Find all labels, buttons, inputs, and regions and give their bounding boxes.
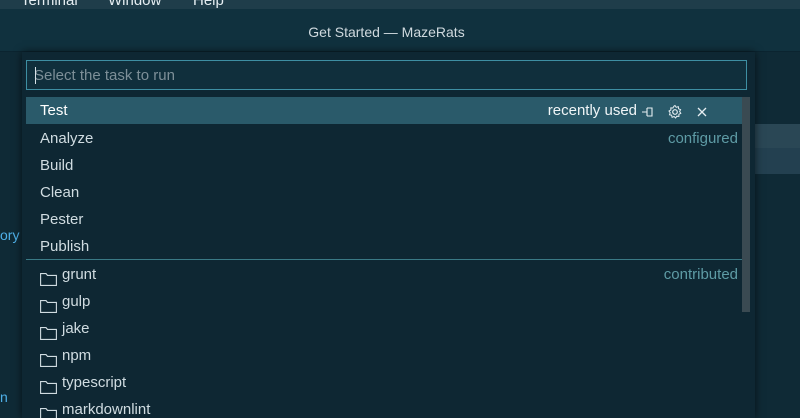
background-highlight (755, 124, 800, 148)
task-label: Build (40, 157, 74, 174)
folder-icon (40, 322, 57, 340)
text-caret (35, 67, 36, 84)
folder-icon (40, 295, 57, 313)
task-label: Test (40, 102, 68, 119)
task-description: recently used (547, 102, 637, 119)
task-item-test[interactable]: Test recently used (26, 97, 742, 124)
task-group-label: configured (667, 130, 738, 147)
task-label: Pester (40, 211, 84, 228)
menu-help[interactable]: Help (193, 0, 224, 9)
task-item-clean[interactable]: Clean (26, 179, 742, 206)
os-menu-bar: Terminal Window Help (0, 0, 800, 9)
scrollbar-thumb[interactable] (742, 97, 750, 312)
task-search-input[interactable] (26, 60, 747, 90)
task-label: grunt (62, 266, 97, 283)
window-title-bar: Get Started — MazeRats (0, 9, 800, 52)
gear-icon[interactable] (667, 102, 683, 119)
pin-icon[interactable] (640, 102, 656, 118)
task-item-pester[interactable]: Pester (26, 206, 742, 233)
task-label: Analyze (40, 130, 94, 147)
run-task-quick-pick: Test recently used (22, 52, 755, 418)
editor-background-left: ory n (0, 52, 22, 418)
task-provider-npm[interactable]: npm (26, 342, 742, 369)
task-label: Publish (40, 238, 90, 255)
background-highlight (755, 148, 800, 174)
folder-icon (40, 403, 57, 418)
task-label: jake (62, 320, 90, 337)
background-text-fragment: ory (0, 227, 20, 243)
task-label: markdownlint (62, 401, 151, 418)
task-label: typescript (62, 374, 127, 391)
task-provider-gulp[interactable]: gulp (26, 288, 742, 315)
task-label: gulp (62, 293, 91, 310)
task-item-publish[interactable]: Publish (26, 233, 742, 260)
task-provider-markdownlint[interactable]: markdownlint (26, 396, 742, 418)
task-item-analyze[interactable]: Analyze configured (26, 125, 742, 152)
task-item-build[interactable]: Build (26, 152, 742, 179)
menu-window[interactable]: Window (108, 0, 161, 9)
task-provider-typescript[interactable]: typescript (26, 369, 742, 396)
task-label: Clean (40, 184, 80, 201)
background-text-fragment: n (0, 389, 8, 405)
task-provider-jake[interactable]: jake (26, 315, 742, 342)
task-label: npm (62, 347, 92, 364)
editor-background-right (755, 52, 800, 418)
close-icon[interactable] (694, 102, 710, 118)
window-title: Get Started — MazeRats (308, 24, 465, 40)
group-separator (26, 259, 742, 260)
task-provider-grunt[interactable]: grunt contributed (26, 261, 742, 288)
menu-terminal[interactable]: Terminal (21, 0, 78, 9)
task-list-scrollbar[interactable] (742, 97, 750, 418)
task-list: Test recently used Analyze configured Bu… (26, 97, 742, 418)
folder-icon (40, 349, 57, 367)
folder-icon (40, 376, 57, 394)
folder-icon (40, 268, 57, 286)
task-group-label: contributed (663, 266, 738, 283)
